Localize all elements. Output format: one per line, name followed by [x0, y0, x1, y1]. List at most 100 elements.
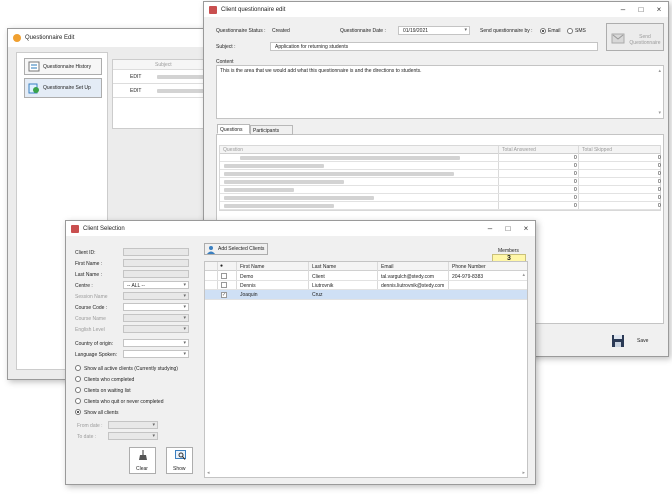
question-row[interactable]: 0 0 [220, 170, 661, 178]
minimize-button[interactable]: – [485, 224, 495, 234]
scroll-down-icon[interactable]: ▾ [658, 110, 661, 116]
content-textarea[interactable]: This is the area that we would add what … [216, 65, 664, 119]
client-select-checkbox[interactable] [221, 282, 227, 288]
english-level-label: English Level [75, 327, 105, 333]
centre-select[interactable]: -- ALL -- ▾ [123, 281, 189, 289]
show-button[interactable]: Show [166, 447, 193, 474]
date-label: Questionnaire Date : [340, 28, 386, 34]
email-col-header: Email [381, 264, 394, 270]
country-label: Country of origin: [75, 341, 114, 347]
questions-grid: Question Total Answered Total Skipped 0 … [219, 145, 661, 211]
window-title: Questionnaire Edit [25, 35, 75, 41]
setup-icon [28, 83, 39, 94]
chevron-down-icon: ▾ [152, 433, 155, 439]
nav-questionnaire-history[interactable]: Questionnaire History [24, 58, 102, 75]
skipped-col-header: Total Skipped [582, 147, 613, 153]
last-name-label: Last Name : [75, 272, 102, 278]
client-id-input[interactable] [123, 248, 189, 256]
filter-label: Show all active clients (Currently study… [84, 366, 178, 372]
subject-header: Subject [155, 62, 172, 68]
edit-link[interactable]: EDIT [130, 88, 141, 94]
question-row[interactable]: 0 0 [220, 202, 661, 210]
filter-waiting-radio[interactable] [75, 387, 81, 393]
phone-col-header: Phone Number [452, 264, 486, 270]
client-row[interactable]: Demo Client tal.vargulch@stedy.com 204-9… [205, 272, 527, 281]
last-name-input[interactable] [123, 270, 189, 278]
english-level-select: ▾ [123, 325, 189, 333]
chevron-down-icon: ▾ [183, 326, 186, 332]
minimize-button[interactable]: – [618, 5, 628, 15]
question-row[interactable]: 0 0 [220, 162, 661, 170]
chevron-down-icon: ▾ [464, 27, 467, 33]
send-questionnaire-button[interactable]: Send Questionnaire [606, 23, 664, 51]
subject-input[interactable]: Application for returning students [270, 42, 598, 51]
answered-col-header: Total Answered [502, 147, 536, 153]
to-date-label: To date : [77, 434, 97, 440]
save-button[interactable]: Save [609, 332, 659, 350]
from-date-label: From date : [77, 423, 103, 429]
app-icon [13, 34, 21, 42]
question-row[interactable]: 0 0 [220, 178, 661, 186]
tab-participants[interactable]: Participants [250, 125, 293, 135]
close-button[interactable]: × [521, 224, 531, 234]
country-select[interactable]: ▾ [123, 339, 189, 347]
client-row[interactable]: Dennis Liutrovnik dennis.liutrovnik@sted… [205, 281, 527, 290]
session-name-select: ▾ [123, 292, 189, 300]
filter-completed-radio[interactable] [75, 376, 81, 382]
add-selected-clients-button[interactable]: Add Selected Clients [204, 243, 268, 255]
scroll-right-icon[interactable]: ▸ [522, 470, 525, 476]
maximize-button[interactable]: □ [503, 224, 513, 234]
course-code-select[interactable]: ▾ [123, 303, 189, 311]
to-date-picker: ▾ [108, 432, 158, 440]
row-indicator-icon: ● [220, 263, 224, 269]
app-icon [71, 224, 79, 233]
question-row[interactable]: 0 0 [220, 186, 661, 194]
sms-radio-label: SMS [575, 28, 586, 34]
history-icon [28, 61, 40, 72]
from-date-picker: ▾ [108, 421, 158, 429]
client-row[interactable]: ✓ Joaquin Cruz [205, 290, 527, 300]
date-picker[interactable]: 01/19/2021 ▾ [398, 26, 470, 35]
status-value: Created [272, 28, 290, 34]
window-title: Client Selection [83, 225, 125, 232]
chevron-down-icon: ▾ [183, 351, 186, 357]
maximize-button[interactable]: □ [636, 5, 646, 15]
client-selection-window: Client Selection – □ × Client ID: First … [65, 220, 536, 485]
chevron-down-icon: ▾ [183, 304, 186, 310]
sms-radio[interactable] [567, 28, 573, 34]
scroll-left-icon[interactable]: ◂ [207, 470, 210, 476]
grid-header-row: Question Total Answered Total Skipped [220, 146, 660, 154]
first-name-label: First Name : [75, 261, 103, 267]
tab-questions[interactable]: Questions [217, 124, 250, 134]
clear-button[interactable]: Clear [129, 447, 156, 474]
scroll-up-icon[interactable]: ▴ [658, 68, 661, 74]
question-row[interactable]: 0 0 [220, 194, 661, 202]
last-name-col-header: Last Name [312, 264, 337, 270]
filter-active-radio[interactable] [75, 365, 81, 371]
client-select-checkbox[interactable]: ✓ [221, 292, 227, 298]
nav-questionnaire-setup[interactable]: Questionnaire Set Up [24, 78, 102, 98]
edit-link[interactable]: EDIT [130, 74, 141, 80]
filter-label: Clients who quit or never completed [84, 399, 164, 405]
filter-quit-radio[interactable] [75, 398, 81, 404]
nav-label: Questionnaire Set Up [43, 85, 91, 91]
cqe-titlebar: Client questionnaire edit – □ × [204, 2, 668, 17]
first-name-input[interactable] [123, 259, 189, 267]
close-button[interactable]: × [654, 5, 664, 15]
chevron-down-icon: ▾ [183, 282, 186, 288]
broom-icon [139, 450, 147, 460]
question-row[interactable]: 0 0 [220, 154, 661, 162]
filter-all-radio[interactable] [75, 409, 81, 415]
scroll-up-icon[interactable]: ▴ [522, 272, 525, 278]
filter-label: Clients who completed [84, 377, 135, 383]
question-col-header: Question [223, 147, 244, 153]
window-title: Client questionnaire edit [221, 6, 286, 13]
language-select[interactable]: ▾ [123, 350, 189, 358]
add-user-icon [207, 245, 215, 254]
status-label: Questionnaire Status : [216, 28, 266, 34]
chevron-down-icon: ▾ [183, 340, 186, 346]
floppy-disk-icon [612, 335, 624, 347]
client-select-checkbox[interactable] [221, 273, 227, 279]
send-by-label: Send questionnaire by : [480, 28, 533, 34]
email-radio[interactable] [540, 28, 546, 34]
